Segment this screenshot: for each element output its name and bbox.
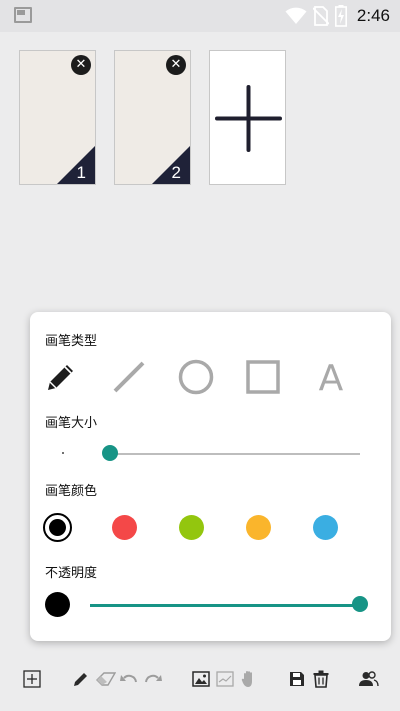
redo-icon xyxy=(145,674,162,683)
circle-tool[interactable] xyxy=(176,357,216,397)
hand-icon xyxy=(241,671,252,687)
size-preview-dot xyxy=(62,452,64,454)
color-swatch[interactable] xyxy=(246,515,271,540)
delete-button[interactable] xyxy=(310,668,332,690)
no-sim-icon xyxy=(312,6,329,26)
rectangle-tool[interactable] xyxy=(243,357,283,397)
line-icon xyxy=(113,361,145,393)
share-button[interactable] xyxy=(358,668,380,690)
add-page-tool-button[interactable] xyxy=(21,668,43,690)
share-icon xyxy=(359,671,379,687)
color-swatch[interactable] xyxy=(179,515,204,540)
bottom-toolbar xyxy=(0,660,400,700)
brush-type-label: 画笔类型 xyxy=(45,334,98,349)
rectangle-icon xyxy=(246,360,280,394)
eraser-icon xyxy=(96,672,116,686)
page-number: 1 xyxy=(76,163,86,182)
size-slider-track[interactable] xyxy=(110,453,360,455)
background-button[interactable] xyxy=(214,668,236,690)
color-swatch[interactable] xyxy=(313,515,338,540)
status-bar: 2:46 xyxy=(0,0,400,32)
color-swatch[interactable] xyxy=(43,513,72,542)
page-number: 2 xyxy=(171,163,181,182)
selected-color-dot xyxy=(48,518,66,536)
text-icon: A xyxy=(319,360,344,394)
screen-icon xyxy=(14,7,32,23)
opacity-slider-track[interactable] xyxy=(90,604,360,606)
status-icons: 2:46 xyxy=(285,0,390,32)
opacity-slider-thumb[interactable] xyxy=(352,596,368,612)
plus-icon xyxy=(215,85,282,152)
insert-image-button[interactable] xyxy=(190,668,212,690)
opacity-label: 不透明度 xyxy=(45,566,98,581)
eraser-tool-button[interactable] xyxy=(95,668,117,690)
undo-button[interactable] xyxy=(118,668,140,690)
delete-icon xyxy=(313,670,329,688)
background-icon xyxy=(216,671,234,687)
battery-charging-icon xyxy=(334,5,347,27)
svg-text:A: A xyxy=(319,360,344,394)
image-icon xyxy=(192,671,210,687)
pencil-tool-button[interactable] xyxy=(70,668,92,690)
page-thumbnail-2[interactable]: ✕ 2 xyxy=(114,50,191,185)
pencil-icon xyxy=(74,673,87,686)
clock: 2:46 xyxy=(356,6,390,25)
close-icon[interactable]: ✕ xyxy=(71,55,91,75)
save-icon xyxy=(290,672,304,686)
line-tool[interactable] xyxy=(109,357,149,397)
close-icon[interactable]: ✕ xyxy=(166,55,186,75)
redo-button[interactable] xyxy=(142,668,164,690)
opacity-preview xyxy=(45,592,70,617)
pencil-tool[interactable] xyxy=(41,357,81,397)
brush-size-label: 画笔大小 xyxy=(45,416,98,431)
wifi-icon xyxy=(285,7,307,24)
page-thumbnail-1[interactable]: ✕ 1 xyxy=(19,50,96,185)
brush-color-label: 画笔颜色 xyxy=(45,484,98,499)
pencil-icon xyxy=(48,365,73,390)
brush-settings-panel: 画笔类型 A 画笔大小 画笔颜色 不透明度 xyxy=(30,312,391,641)
save-button[interactable] xyxy=(286,668,308,690)
size-slider-thumb[interactable] xyxy=(102,445,118,461)
circle-icon xyxy=(178,359,214,395)
color-swatch[interactable] xyxy=(112,515,137,540)
text-tool[interactable]: A xyxy=(311,357,351,397)
add-page-button[interactable] xyxy=(209,50,286,185)
undo-icon xyxy=(120,674,137,683)
add-page-icon xyxy=(23,670,41,688)
hand-tool-button[interactable] xyxy=(238,668,260,690)
